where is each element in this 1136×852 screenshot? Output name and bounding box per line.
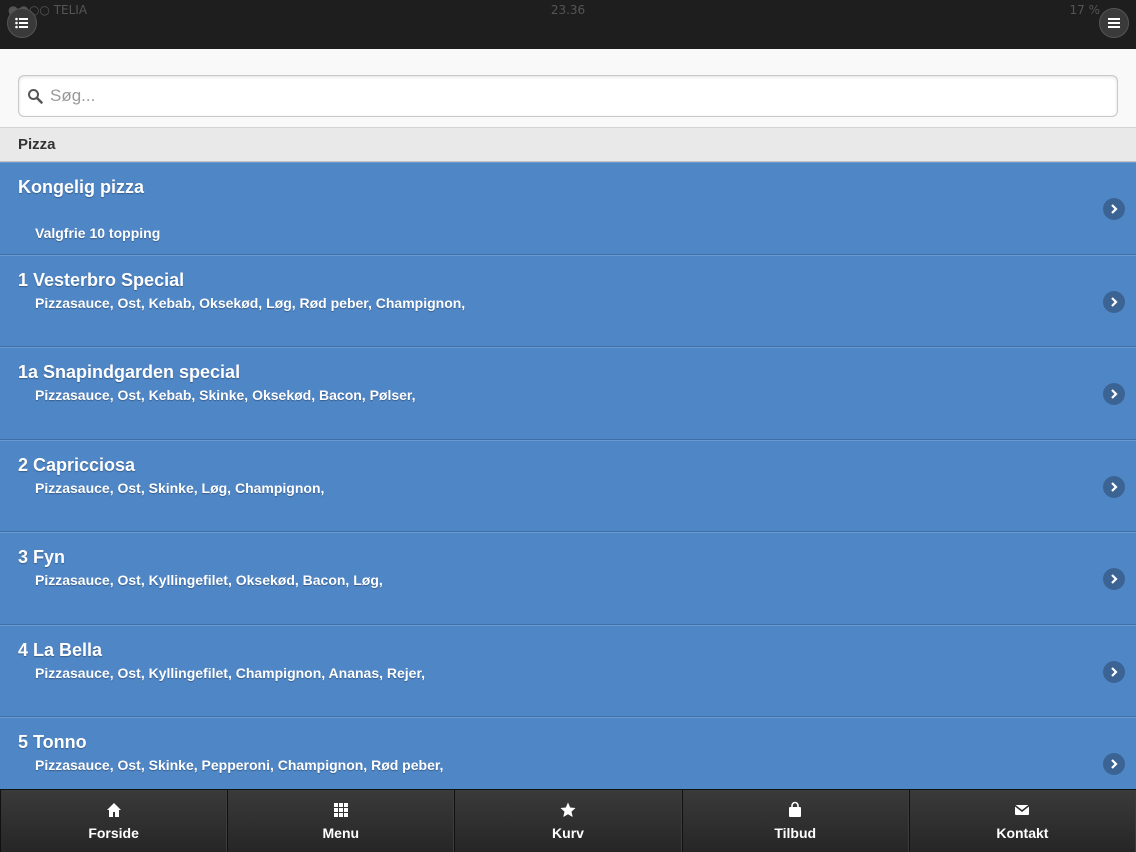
item-title: 3 Fyn (18, 547, 66, 567)
item-description: Pizzasauce, Ost, Skinke, Pepperoni, Cham… (35, 757, 444, 773)
top-bar: ●●○○ TELIA 23.36 17 % (0, 0, 1136, 49)
list-item[interactable]: 1a Snapindgarden special Pizzasauce, Ost… (0, 347, 1136, 440)
battery-label: 17 % (1069, 3, 1101, 17)
search-icon (28, 89, 43, 104)
clock-label: 23.36 (550, 3, 586, 17)
chevron-right-icon (1103, 383, 1125, 405)
nav-kurv[interactable]: Kurv (454, 790, 682, 852)
hamburger-icon (1108, 18, 1120, 28)
bottom-nav: Forside Menu Kurv Tilbud Kontakt (0, 789, 1136, 852)
grid-icon (333, 803, 348, 817)
list-item[interactable]: 2 Capricciosa Pizzasauce, Ost, Skinke, L… (0, 439, 1136, 532)
search-box (18, 75, 1118, 117)
nav-forside[interactable]: Forside (0, 790, 228, 852)
item-description: Pizzasauce, Ost, Kyllingefilet, Champign… (35, 664, 426, 681)
nav-tilbud[interactable]: Tilbud (681, 790, 909, 852)
chevron-right-icon (1103, 475, 1125, 498)
list-item[interactable]: 4 La Bella Pizzasauce, Ost, Kyllingefile… (0, 624, 1136, 717)
item-description: Valgfrie 10 topping (35, 225, 161, 241)
nav-label: Forside (88, 825, 139, 841)
chevron-right-icon (1103, 290, 1125, 313)
nav-menu[interactable]: Menu (227, 790, 455, 852)
list-item[interactable]: 1 Vesterbro Special Pizzasauce, Ost, Keb… (0, 254, 1136, 347)
mail-icon (1014, 804, 1030, 815)
chevron-right-icon (1103, 753, 1125, 775)
search-bar (0, 49, 1136, 127)
search-input[interactable] (50, 76, 1110, 116)
star-icon (560, 802, 576, 817)
bag-icon (789, 801, 802, 817)
section-divider: Pizza (0, 127, 1136, 162)
nav-label: Kontakt (996, 825, 1049, 841)
list-item[interactable]: 5 Tonno Pizzasauce, Ost, Skinke, Peppero… (0, 717, 1136, 789)
item-title: 1a Snapindgarden special (18, 362, 241, 382)
item-description: Pizzasauce, Ost, Kebab, Skinke, Oksekød,… (35, 387, 416, 403)
main-menu-button[interactable] (1099, 8, 1129, 38)
item-description: Pizzasauce, Ost, Kebab, Oksekød, Løg, Rø… (35, 294, 466, 311)
chevron-right-icon (1103, 568, 1125, 590)
item-title: 2 Capricciosa (18, 454, 136, 475)
nav-label: Kurv (552, 825, 584, 841)
chevron-right-icon (1103, 660, 1125, 683)
item-description: Pizzasauce, Ost, Kyllingefilet, Oksekød,… (35, 572, 383, 588)
item-title: 4 La Bella (18, 639, 103, 660)
item-title: 1 Vesterbro Special (18, 269, 185, 290)
categories-menu-button[interactable] (7, 8, 37, 38)
list-item[interactable]: 3 Fyn Pizzasauce, Ost, Kyllingefilet, Ok… (0, 532, 1136, 625)
item-title: Kongelig pizza (18, 177, 144, 197)
status-bar: ●●○○ TELIA 23.36 17 % (0, 3, 1136, 19)
list-item[interactable]: Kongelig pizza Valgfrie 10 topping (0, 162, 1136, 255)
home-icon (106, 803, 121, 817)
list-icon (15, 17, 28, 29)
chevron-right-icon (1103, 198, 1125, 220)
nav-kontakt[interactable]: Kontakt (908, 790, 1136, 852)
pizza-list: Kongelig pizza Valgfrie 10 topping 1 Ves… (0, 162, 1136, 789)
nav-label: Tilbud (774, 825, 817, 841)
item-title: 5 Tonno (18, 732, 87, 752)
item-description: Pizzasauce, Ost, Skinke, Løg, Champignon… (35, 479, 325, 496)
nav-label: Menu (322, 825, 360, 841)
